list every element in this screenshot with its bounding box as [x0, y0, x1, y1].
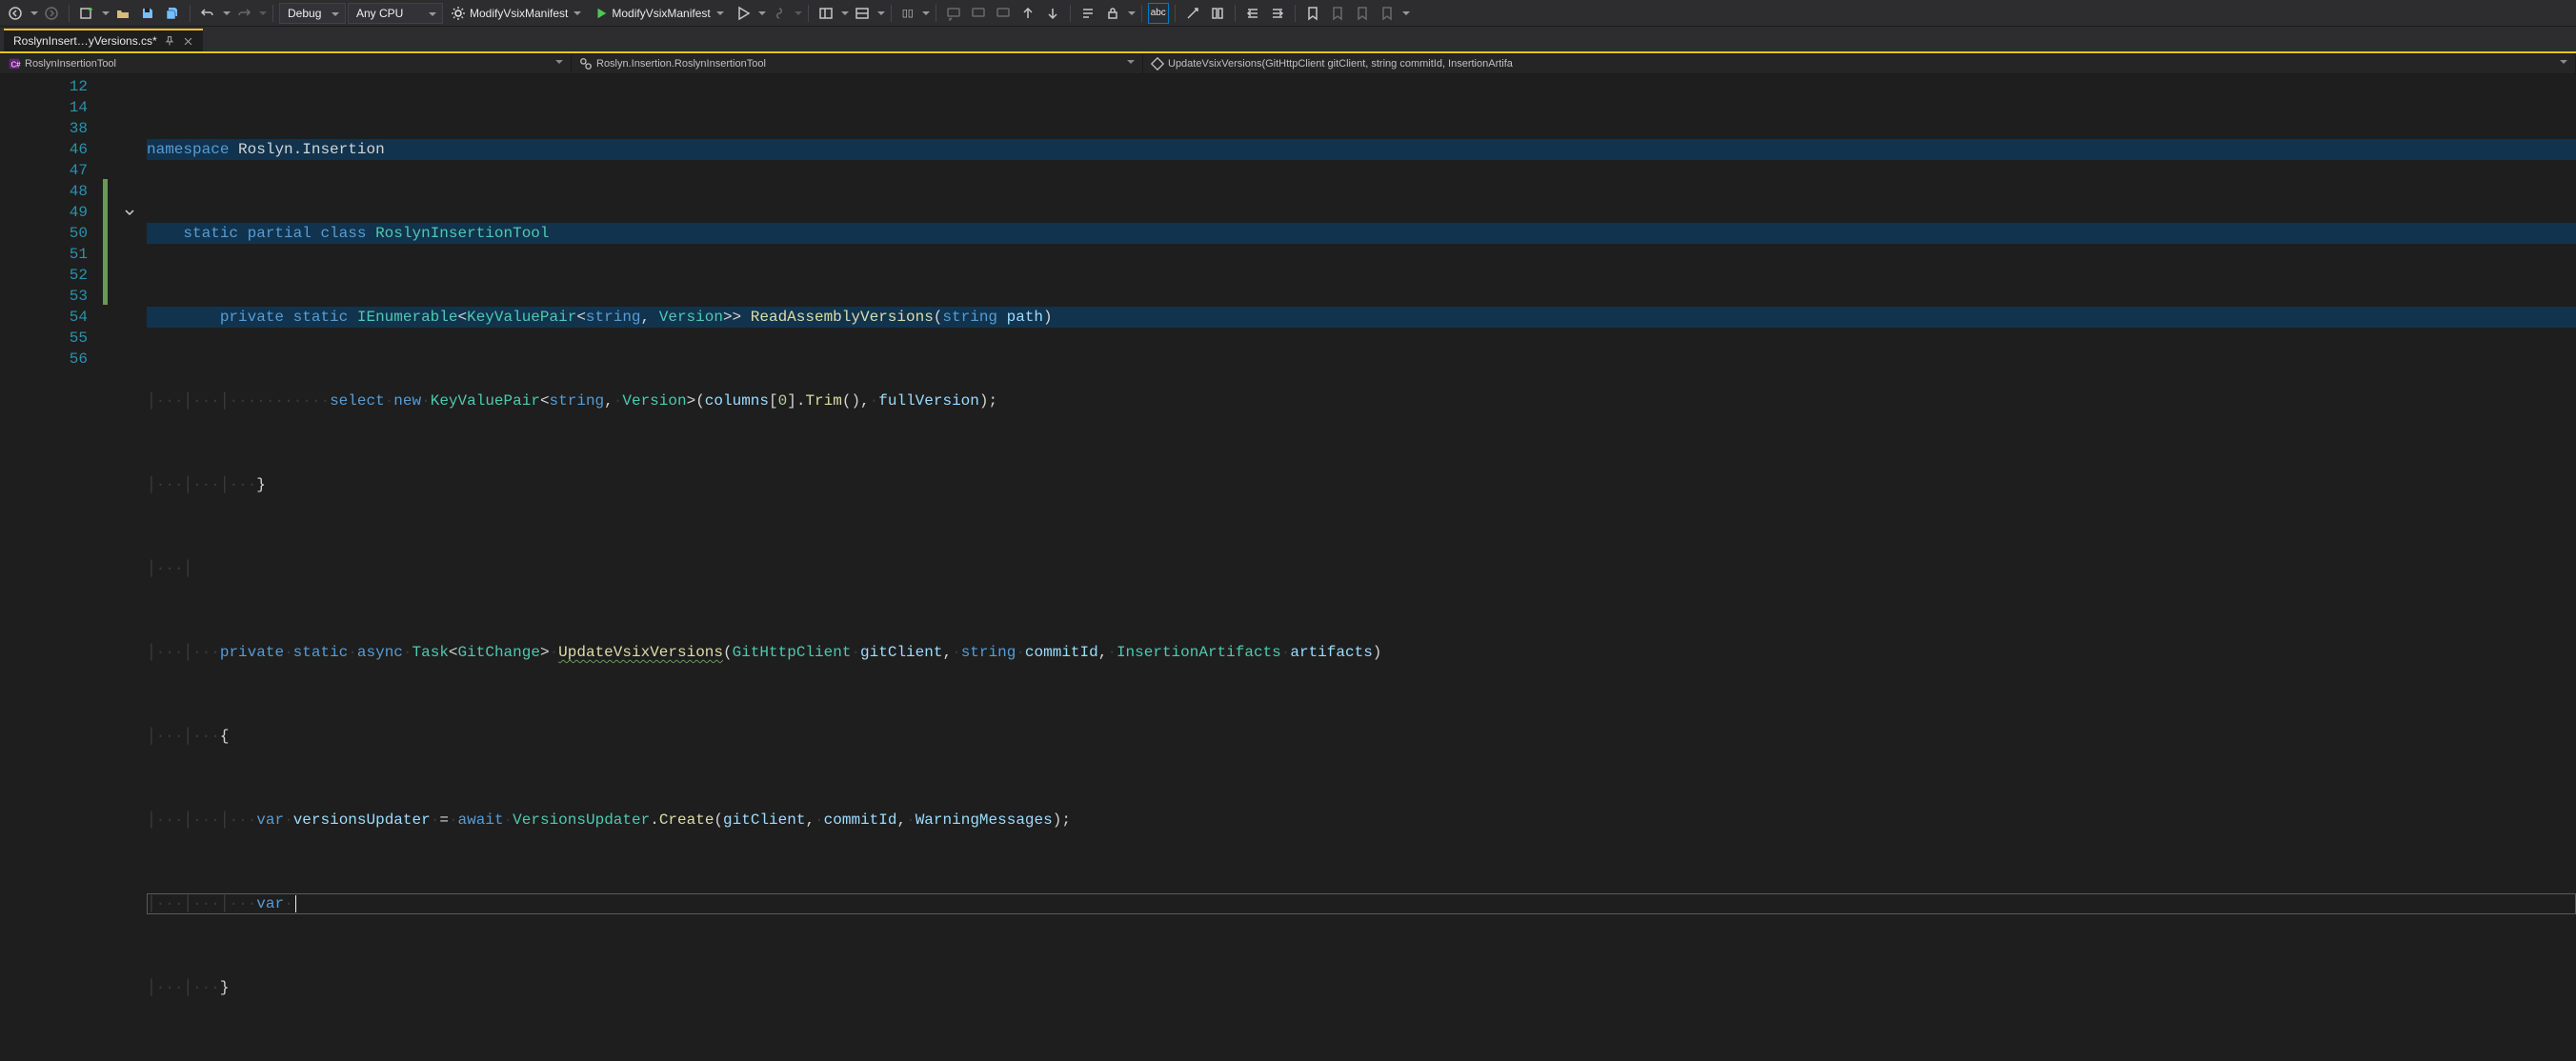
- comment-block-icon: [992, 3, 1015, 24]
- code-line: │···│···│···var·versionsUpdater·=·await·…: [147, 810, 2576, 831]
- code-line: │···│···│···········select·new·KeyValueP…: [147, 390, 2576, 411]
- indent-left-icon[interactable]: [1241, 3, 1264, 24]
- nav-type-label: Roslyn.Insertion.RoslynInsertionTool: [596, 58, 766, 70]
- lock-icon[interactable]: [1101, 3, 1124, 24]
- layout-2-icon[interactable]: [851, 3, 874, 24]
- start-debug-label: ModifyVsixManifest: [470, 7, 568, 20]
- undo-icon[interactable]: [196, 3, 219, 24]
- nav-scope-combo[interactable]: C# RoslynInsertionTool: [0, 54, 572, 73]
- bookmark-prev-icon: [1326, 3, 1349, 24]
- save-all-icon[interactable]: [161, 3, 184, 24]
- comment-icon: [942, 3, 965, 24]
- class-icon: [579, 57, 593, 70]
- document-tab-strip: RoslynInsert…yVersions.cs*: [0, 27, 2576, 51]
- intellisense-label: abc: [1151, 8, 1166, 18]
- code-line: │···│···│···}: [147, 474, 2576, 495]
- open-folder-icon[interactable]: [111, 3, 134, 24]
- save-icon[interactable]: [136, 3, 159, 24]
- hot-reload-icon: [768, 3, 791, 24]
- format-icon[interactable]: [1077, 3, 1099, 24]
- code-line: │···│: [147, 558, 2576, 579]
- play-outline-icon[interactable]: [732, 3, 755, 24]
- pin-icon[interactable]: [163, 34, 176, 48]
- indent-right-icon[interactable]: [1266, 3, 1289, 24]
- code-area[interactable]: namespace Roslyn.Insertion static partia…: [147, 74, 2576, 1061]
- main-toolbar: Debug Any CPU ModifyVsixManifest ModifyV…: [0, 0, 2576, 27]
- bookmark-next-icon: [1351, 3, 1374, 24]
- solution-config-value: Debug: [288, 7, 321, 20]
- text-caret: [295, 895, 296, 912]
- arrow-up-icon[interactable]: [1016, 3, 1039, 24]
- solution-platform-combo[interactable]: Any CPU: [348, 3, 443, 24]
- close-icon[interactable]: [182, 34, 195, 48]
- solution-config-combo[interactable]: Debug: [279, 3, 346, 24]
- method-icon: [1151, 57, 1164, 70]
- code-line: │···│···}: [147, 977, 2576, 998]
- redo-icon: [232, 3, 255, 24]
- line-number-gutter: 12 14 38 46 47 48 49 50 51 52 53 54 55 5…: [0, 74, 103, 1061]
- code-line: static partial class RoslynInsertionTool: [147, 223, 2576, 244]
- bookmark-icon[interactable]: [1301, 3, 1324, 24]
- code-line: │···│···private·static·async·Task<GitCha…: [147, 642, 2576, 663]
- start-without-debug-button[interactable]: ModifyVsixManifest: [589, 3, 729, 24]
- change-marker: [103, 179, 108, 305]
- active-document-tab[interactable]: RoslynInsert…yVersions.cs*: [4, 29, 203, 51]
- tool-2-icon[interactable]: [1206, 3, 1229, 24]
- step-icon[interactable]: ▯▯: [897, 3, 918, 24]
- solution-platform-value: Any CPU: [356, 7, 403, 20]
- code-line: private static IEnumerable<KeyValuePair<…: [147, 307, 2576, 328]
- collapse-chevron-icon[interactable]: [122, 205, 137, 220]
- bookmark-clear-icon: [1376, 3, 1399, 24]
- tab-title: RoslynInsert…yVersions.cs*: [13, 34, 157, 48]
- window-layout-icon[interactable]: [815, 3, 837, 24]
- nav-member-label: UpdateVsixVersions(GitHttpClient gitClie…: [1168, 58, 1513, 70]
- code-line-current: │···│···│···var·: [147, 893, 2576, 914]
- start-debug-button[interactable]: ModifyVsixManifest: [445, 3, 587, 24]
- code-line: namespace Roslyn.Insertion: [147, 139, 2576, 160]
- uncomment-icon: [967, 3, 990, 24]
- gear-icon: [451, 6, 466, 21]
- csharp-project-icon: C#: [8, 57, 21, 70]
- svg-text:C#: C#: [11, 61, 22, 70]
- code-nav-bar: C# RoslynInsertionTool Roslyn.Insertion.…: [0, 53, 2576, 74]
- arrow-down-icon[interactable]: [1041, 3, 1064, 24]
- play-icon: [594, 7, 608, 20]
- intellisense-mode-button[interactable]: abc: [1148, 3, 1169, 24]
- nav-member-combo[interactable]: UpdateVsixVersions(GitHttpClient gitClie…: [1143, 54, 2576, 73]
- start-without-debug-label: ModifyVsixManifest: [612, 7, 710, 20]
- code-line: │···│···{: [147, 726, 2576, 747]
- new-project-icon[interactable]: [75, 3, 98, 24]
- tool-1-icon[interactable]: [1181, 3, 1204, 24]
- nav-back-button[interactable]: [4, 3, 27, 24]
- nav-scope-label: RoslynInsertionTool: [25, 58, 116, 70]
- nav-type-combo[interactable]: Roslyn.Insertion.RoslynInsertionTool: [572, 54, 1143, 73]
- editor-margin: [103, 74, 147, 1061]
- code-editor[interactable]: 12 14 38 46 47 48 49 50 51 52 53 54 55 5…: [0, 74, 2576, 1061]
- nav-forward-button: [40, 3, 63, 24]
